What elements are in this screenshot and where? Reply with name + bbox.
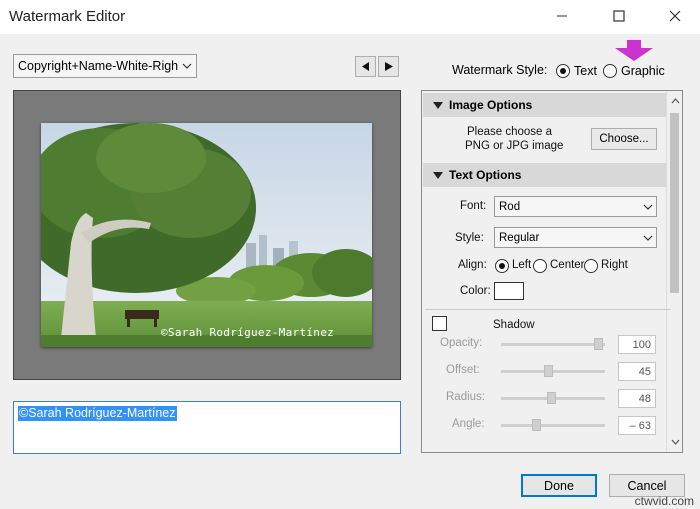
triangle-down-icon (433, 171, 443, 179)
text-options-header[interactable]: Text Options (423, 163, 668, 187)
shadow-value-field[interactable]: 100 (618, 335, 656, 354)
maximize-icon (613, 10, 625, 22)
text-color-swatch[interactable] (494, 282, 524, 300)
window-title: Watermark Editor (9, 8, 126, 25)
scroll-thumb[interactable] (670, 113, 679, 293)
color-label: Color: (460, 285, 491, 297)
maximize-button[interactable] (596, 0, 642, 32)
shadow-slider-track[interactable] (501, 343, 605, 346)
watermark-style-label: Watermark Style: (452, 63, 548, 77)
shadow-slider-track[interactable] (501, 370, 605, 373)
chevron-down-icon (671, 439, 679, 445)
image-prompt-line1: Please choose a (467, 126, 553, 138)
shadow-row-label: Radius: (446, 391, 485, 403)
shadow-label: Shadow (493, 319, 535, 331)
shadow-value-field[interactable]: 48 (618, 389, 656, 408)
text-options-title: Text Options (449, 168, 522, 182)
watermark-style-graphic-label[interactable]: Graphic (621, 64, 665, 78)
shadow-slider-thumb[interactable] (594, 338, 604, 350)
next-preset-button[interactable] (378, 56, 399, 77)
minimize-button[interactable] (539, 0, 585, 32)
shadow-value-field[interactable]: – 63 (618, 416, 656, 435)
panel-scrollbar[interactable] (666, 91, 682, 452)
shadow-slider-thumb[interactable] (546, 392, 556, 404)
scroll-down-button[interactable] (667, 434, 682, 450)
preview-photo: ©Sarah Rodríguez-Martínez (41, 123, 372, 347)
site-watermark: ctwvid.com (634, 494, 694, 508)
align-center-label[interactable]: Center (550, 259, 585, 271)
image-prompt-line2: PNG or JPG image (465, 140, 564, 152)
align-label: Align: (458, 259, 487, 271)
previous-preset-button[interactable] (355, 56, 376, 77)
choose-image-button[interactable]: Choose... (591, 128, 657, 150)
font-value: Rod (499, 200, 521, 213)
align-left-label[interactable]: Left (512, 259, 531, 271)
shadow-slider-thumb[interactable] (532, 419, 542, 431)
image-options-header[interactable]: Image Options (423, 93, 668, 117)
triangle-right-icon (384, 62, 393, 71)
watermark-text-value: ©Sarah Rodríguez-Martínez (18, 406, 177, 421)
chevron-down-icon (640, 235, 656, 241)
minimize-icon (557, 15, 567, 17)
annotation-arrow-icon (615, 40, 653, 61)
image-options-title: Image Options (449, 98, 533, 112)
chevron-down-icon (178, 63, 196, 69)
preset-dropdown[interactable]: Copyright+Name-White-Righ (13, 54, 197, 78)
style-label: Style: (455, 232, 484, 244)
style-value: Regular (499, 231, 540, 244)
shadow-row-label: Offset: (446, 364, 480, 376)
shadow-slider-track[interactable] (501, 424, 605, 427)
watermark-style-text-label[interactable]: Text (574, 64, 597, 78)
shadow-value-field[interactable]: 45 (618, 362, 656, 381)
align-center-radio[interactable] (533, 259, 547, 273)
watermark-text-input[interactable]: ©Sarah Rodríguez-Martínez (13, 401, 401, 454)
shadow-slider-thumb[interactable] (543, 365, 553, 377)
align-right-radio[interactable] (584, 259, 598, 273)
preview-watermark-text: ©Sarah Rodríguez-Martínez (161, 326, 335, 339)
triangle-left-icon (361, 62, 369, 71)
section-divider (425, 309, 671, 310)
triangle-down-icon (433, 101, 443, 109)
shadow-row-label: Opacity: (440, 337, 483, 349)
shadow-checkbox[interactable] (432, 316, 447, 331)
font-label: Font: (460, 200, 487, 212)
align-right-label[interactable]: Right (601, 259, 628, 271)
done-button[interactable]: Done (521, 474, 597, 497)
align-left-radio[interactable] (495, 259, 509, 273)
chevron-up-icon (671, 98, 679, 104)
watermark-style-text-radio[interactable] (556, 64, 570, 78)
close-icon (669, 10, 681, 22)
shadow-row-label: Angle: (452, 418, 485, 430)
scroll-up-button[interactable] (667, 93, 682, 109)
preset-value: Copyright+Name-White-Righ (18, 59, 178, 73)
title-bar: Watermark Editor (0, 0, 700, 34)
close-button[interactable] (652, 0, 698, 32)
style-select[interactable]: Regular (494, 227, 657, 248)
watermark-style-graphic-radio[interactable] (603, 64, 617, 78)
font-select[interactable]: Rod (494, 196, 657, 217)
chevron-down-icon (640, 204, 656, 210)
